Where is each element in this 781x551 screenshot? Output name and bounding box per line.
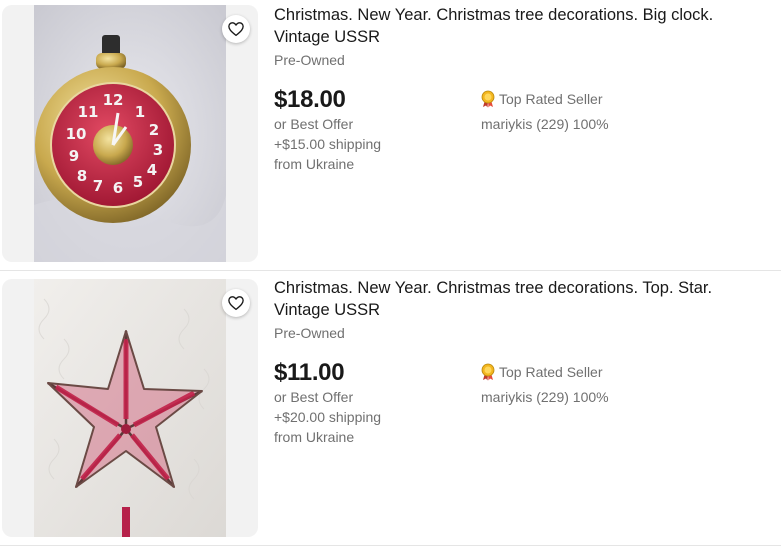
top-rated-seller-icon	[481, 90, 495, 108]
top-rated-seller-badge: Top Rated Seller	[480, 363, 603, 381]
listing-title-link[interactable]: Christmas. New Year. Christmas tree deco…	[274, 277, 764, 321]
heart-icon	[228, 22, 244, 37]
listing-condition: Pre-Owned	[274, 325, 345, 341]
listing-image[interactable]: 12 1 2 3 4 5 6 7 8 9 10 11	[34, 5, 226, 262]
svg-text:1: 1	[135, 103, 145, 121]
svg-text:11: 11	[78, 103, 99, 121]
svg-text:8: 8	[77, 167, 87, 185]
svg-text:2: 2	[149, 121, 159, 139]
svg-text:5: 5	[133, 173, 143, 191]
listing-image-container[interactable]: 12 1 2 3 4 5 6 7 8 9 10 11	[2, 5, 258, 262]
svg-text:6: 6	[113, 179, 123, 197]
listing-condition: Pre-Owned	[274, 52, 345, 68]
listing-image[interactable]	[34, 279, 226, 537]
top-rated-seller-label: Top Rated Seller	[499, 91, 603, 107]
svg-text:4: 4	[147, 161, 157, 179]
listing-image-container[interactable]	[2, 279, 258, 537]
seller-info: mariykis (229) 100%	[481, 389, 609, 405]
listing-item[interactable]: Christmas. New Year. Christmas tree deco…	[0, 272, 781, 544]
listing-item[interactable]: 12 1 2 3 4 5 6 7 8 9 10 11 Christmas. Ne…	[0, 0, 781, 272]
best-offer-label: or Best Offer	[274, 389, 354, 405]
item-location: from Ukraine	[274, 156, 355, 172]
top-rated-seller-badge: Top Rated Seller	[480, 90, 603, 108]
svg-text:10: 10	[66, 125, 87, 143]
top-rated-seller-icon	[481, 363, 495, 381]
seller-info: mariykis (229) 100%	[481, 116, 609, 132]
svg-text:12: 12	[103, 91, 124, 109]
svg-text:7: 7	[93, 177, 103, 195]
listing-divider	[0, 545, 781, 546]
listing-title-link[interactable]: Christmas. New Year. Christmas tree deco…	[274, 4, 764, 48]
best-offer-label: or Best Offer	[274, 116, 354, 132]
heart-icon	[228, 296, 244, 311]
top-rated-seller-label: Top Rated Seller	[499, 364, 603, 380]
svg-text:9: 9	[69, 147, 79, 165]
svg-text:3: 3	[153, 141, 163, 159]
watch-heart-button[interactable]	[222, 289, 250, 317]
shipping-cost: +$15.00 shipping	[274, 136, 382, 152]
item-location: from Ukraine	[274, 429, 355, 445]
listing-price: $11.00	[274, 359, 345, 386]
shipping-cost: +$20.00 shipping	[274, 409, 382, 425]
watch-heart-button[interactable]	[222, 15, 250, 43]
listing-price: $18.00	[274, 86, 346, 113]
listing-divider	[0, 270, 781, 271]
